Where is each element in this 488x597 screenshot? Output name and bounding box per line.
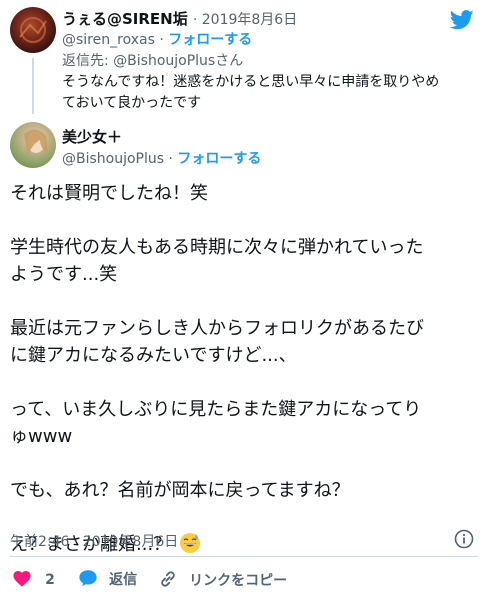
reply-author-header: うぇる@SIREN垢 · 2019年8月6日 xyxy=(62,10,298,28)
main-author-header: 美少女＋ xyxy=(62,126,122,147)
main-text-line xyxy=(10,450,480,477)
replying-to-suffix: さん xyxy=(215,53,244,69)
reply-text-line: そうなんですね！迷惑をかけると思い早々に申請を取りやめ xyxy=(62,74,440,90)
like-action[interactable]: 2 xyxy=(12,569,55,588)
main-timestamp[interactable]: 午前2:46 · 2019年8月6日 xyxy=(10,531,178,551)
copy-link-label: リンクをコピー xyxy=(189,573,288,589)
reply-tweet-text: そうなんですね！迷惑をかけると思い早々に申請を取りやめ ておいて良かったです xyxy=(62,72,472,114)
main-text-line: 学生時代の友人もある時期に次々に弾かれていった xyxy=(10,237,424,258)
main-text-line xyxy=(10,369,480,396)
main-author-name[interactable]: 美少女＋ xyxy=(62,128,122,146)
main-text-line: ゅwww xyxy=(10,426,73,447)
reply-date[interactable]: 2019年8月6日 xyxy=(202,12,297,28)
reply-label: 返信 xyxy=(109,572,138,588)
reply-follow-button[interactable]: フォローする xyxy=(168,32,252,48)
main-text-line xyxy=(10,207,480,234)
actions-divider xyxy=(10,556,478,557)
sweat-smile-emoji xyxy=(179,533,200,553)
twitter-bird-icon[interactable] xyxy=(450,10,474,30)
reply-handle[interactable]: @siren_roxas xyxy=(62,32,155,48)
replying-to: 返信先: @BishoujoPlusさん xyxy=(62,50,243,70)
like-count: 2 xyxy=(45,572,55,588)
info-icon[interactable] xyxy=(454,529,474,549)
main-text-line: って、いま久しぶりに見たらまた鍵アカになってり xyxy=(10,399,422,420)
copy-link-action[interactable]: リンクをコピー xyxy=(158,569,287,590)
reply-bubble-icon[interactable] xyxy=(78,569,98,587)
avatar-bishoujo-plus[interactable] xyxy=(10,122,56,168)
main-text-line xyxy=(10,504,480,531)
heart-icon[interactable] xyxy=(12,569,32,587)
replying-to-label: 返信先: xyxy=(62,53,114,69)
main-text-line: 最近は元ファンらしき人からフォロリクがあるたび xyxy=(10,318,424,339)
link-icon[interactable] xyxy=(158,569,178,589)
avatar-siren[interactable] xyxy=(10,7,56,53)
reply-handle-row: @siren_roxas · フォローする xyxy=(62,32,253,48)
thread-connector-line xyxy=(32,58,34,114)
main-text-line: ようです...笑 xyxy=(10,264,118,285)
replying-to-handle[interactable]: @BishoujoPlus xyxy=(113,53,215,69)
main-text-line: でも、あれ？名前が岡本に戻ってますね？ xyxy=(10,480,350,501)
main-text-line: それは賢明でしたね！笑 xyxy=(10,183,208,204)
reply-text-line: ておいて良かったです xyxy=(62,95,202,111)
main-text-line: に鍵アカになるみたいですけど...、 xyxy=(10,345,297,366)
reply-action[interactable]: 返信 xyxy=(78,569,137,589)
main-follow-button[interactable]: フォローする xyxy=(177,151,261,167)
main-handle[interactable]: @BishoujoPlus xyxy=(62,151,164,167)
main-tweet-text: それは賢明でしたね！笑 学生時代の友人もある時期に次々に弾かれていった ようです… xyxy=(10,180,480,558)
reply-author-name[interactable]: うぇる@SIREN垢 xyxy=(62,10,188,28)
main-handle-row: @BishoujoPlus · フォローする xyxy=(62,151,262,167)
main-text-line xyxy=(10,288,480,315)
